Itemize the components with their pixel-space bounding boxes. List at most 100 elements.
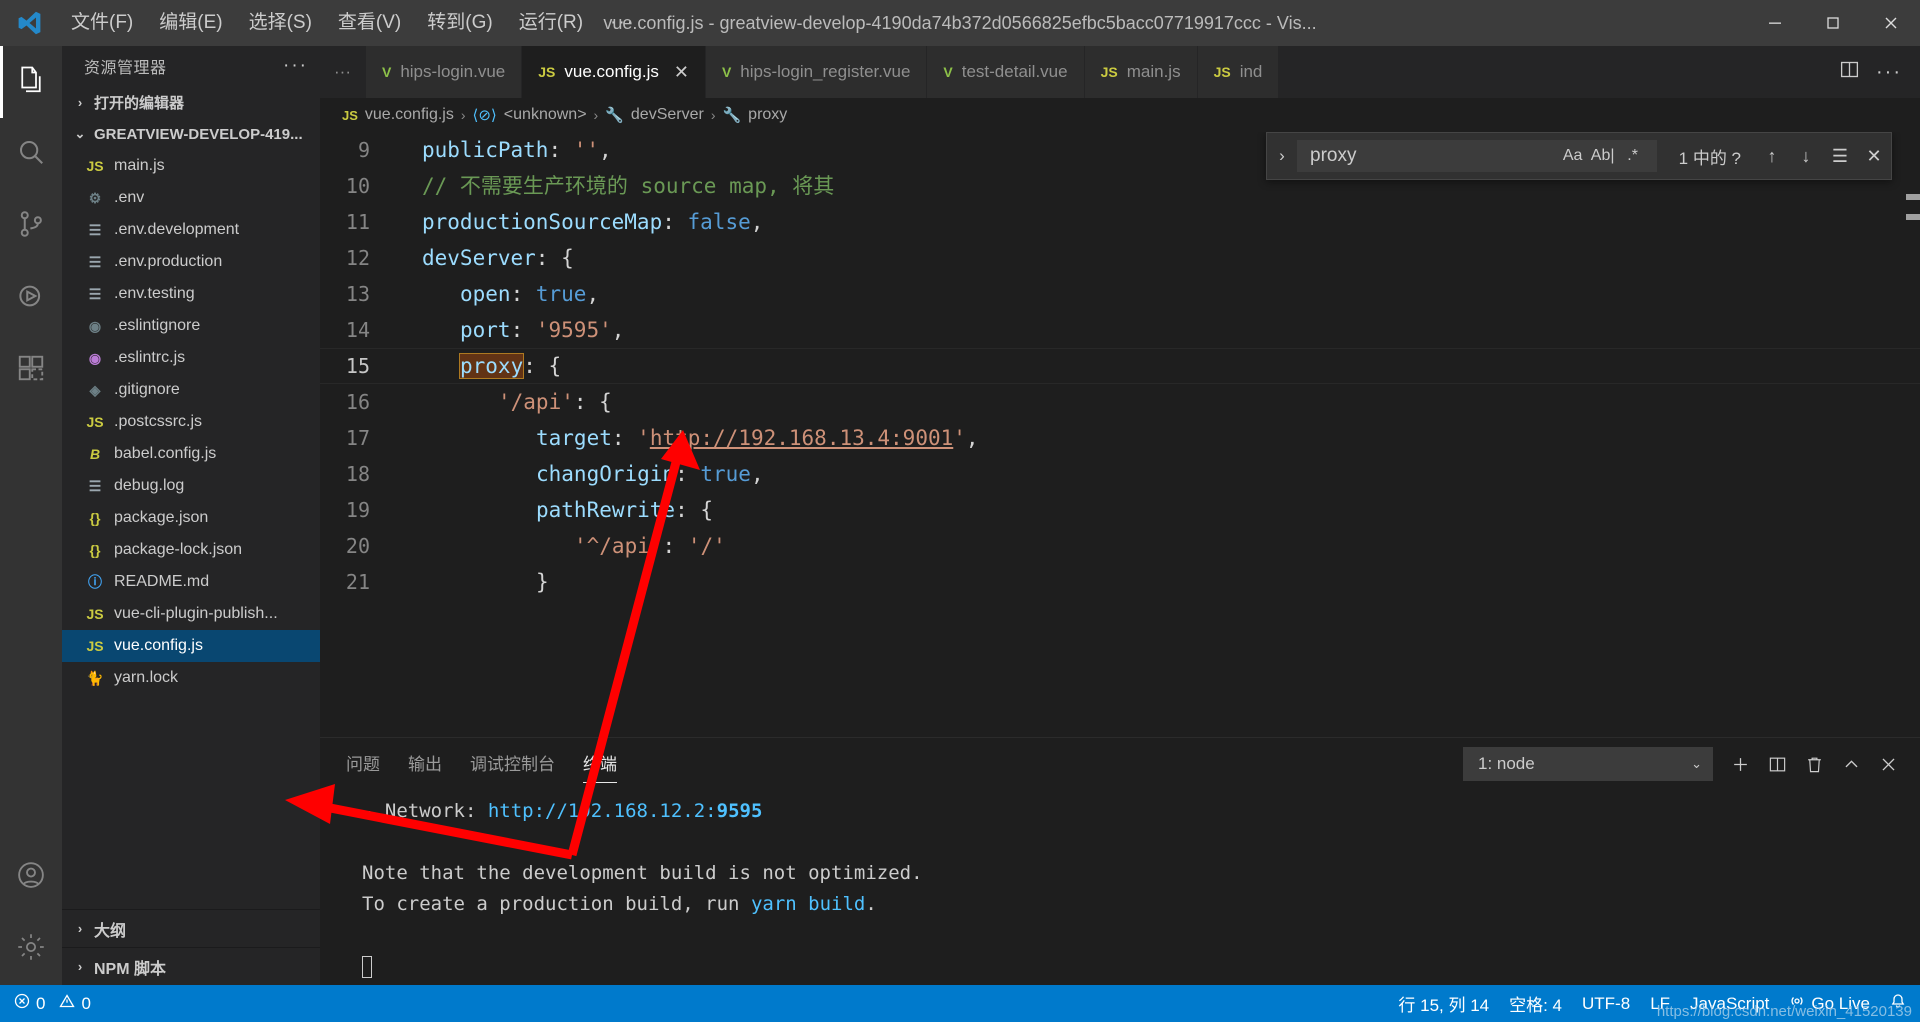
kill-terminal-button[interactable] xyxy=(1805,755,1824,774)
editor-tab[interactable]: JS main.js xyxy=(1084,46,1198,98)
breadcrumb-item-unknown[interactable]: <unknown> xyxy=(504,106,587,124)
status-problems[interactable]: 0 0 xyxy=(4,985,101,1022)
line-number: 20 xyxy=(345,534,370,558)
file-tree-item[interactable]: ☰ .env.development xyxy=(62,214,320,246)
regex-option[interactable]: .* xyxy=(1618,147,1648,165)
menu-go[interactable]: 转到(G) xyxy=(414,0,505,46)
file-tree[interactable]: JS main.js ⚙ .env ☰ .env.development ☰ .env.pro… xyxy=(62,150,320,909)
file-tree-item[interactable]: ◉ .eslintignore xyxy=(62,310,320,342)
code-line[interactable]: 19 pathRewrite: { xyxy=(320,492,1920,528)
code-line[interactable]: 11 productionSourceMap: false, xyxy=(320,204,1920,240)
toggle-replace-button[interactable]: › xyxy=(1267,146,1297,166)
menu-view[interactable]: 查看(V) xyxy=(325,0,414,46)
minimize-button[interactable] xyxy=(1746,0,1804,46)
find-widget[interactable]: › Aa Ab| .* 1 中的 ? ↑ ↓ ☰ ✕ xyxy=(1266,132,1892,180)
editor-actions-more-button[interactable]: ··· xyxy=(1876,61,1902,84)
code-line[interactable]: 17 target: 'http://192.168.13.4:9001', xyxy=(320,420,1920,456)
file-tree-item[interactable]: JS vue.config.js xyxy=(62,630,320,662)
menu-selection[interactable]: 选择(S) xyxy=(236,0,325,46)
file-tree-item[interactable]: ⓘ README.md xyxy=(62,566,320,598)
find-close-button[interactable]: ✕ xyxy=(1857,146,1891,167)
file-tree-item[interactable]: ☰ .env.production xyxy=(62,246,320,278)
editor-tab[interactable]: Vhips-login_register.vue xyxy=(705,46,928,98)
find-input[interactable] xyxy=(1310,145,1558,167)
breadcrumb-item-devserver[interactable]: devServer xyxy=(631,106,704,124)
file-tree-item[interactable]: 🐈 yarn.lock xyxy=(62,662,320,694)
find-in-selection-button[interactable]: ☰ xyxy=(1823,146,1857,167)
find-input-container[interactable]: Aa Ab| .* xyxy=(1297,140,1657,172)
tabs-overflow-button[interactable]: ··· xyxy=(320,46,366,98)
tab-close-button[interactable]: ✕ xyxy=(674,62,689,83)
new-terminal-button[interactable] xyxy=(1731,755,1750,774)
split-editor-icon[interactable] xyxy=(1839,59,1860,85)
terminal-output[interactable]: - Network: http://192.168.12.2:9595 Note… xyxy=(320,790,1920,985)
file-tree-item[interactable]: JS vue-cli-plugin-publish... xyxy=(62,598,320,630)
file-tree-item[interactable]: ⚙ .env xyxy=(62,182,320,214)
status-indentation[interactable]: 空格: 4 xyxy=(1499,985,1572,1022)
panel-tab-terminal[interactable]: 终端 xyxy=(583,750,617,783)
terminal-selector[interactable]: 1: node ⌄ xyxy=(1463,747,1713,781)
match-case-option[interactable]: Aa xyxy=(1558,147,1588,165)
activity-explorer[interactable] xyxy=(0,46,62,118)
activity-search[interactable] xyxy=(0,118,62,190)
section-outline[interactable]: › 大纲 xyxy=(62,909,320,947)
breadcrumb-item-file[interactable]: vue.config.js xyxy=(365,106,454,124)
file-tree-item[interactable]: ☰ debug.log xyxy=(62,470,320,502)
panel-tab-problems[interactable]: 问题 xyxy=(346,750,380,779)
activity-source-control[interactable] xyxy=(0,190,62,262)
panel-tab-output[interactable]: 输出 xyxy=(408,750,442,779)
activity-settings[interactable] xyxy=(0,913,62,985)
menu-run[interactable]: 运行(R) xyxy=(506,0,596,46)
code-line[interactable]: 15 proxy: { xyxy=(320,348,1920,384)
breadcrumb[interactable]: JS vue.config.js › ⟨⊘⟩ <unknown> › 🔧 dev… xyxy=(320,98,1920,132)
section-npm-scripts[interactable]: › NPM 脚本 xyxy=(62,947,320,985)
file-tree-item[interactable]: JS .postcssrc.js xyxy=(62,406,320,438)
code-line[interactable]: 21} xyxy=(320,564,1920,600)
menu-edit[interactable]: 编辑(E) xyxy=(146,0,235,46)
close-panel-button[interactable] xyxy=(1879,755,1898,774)
status-encoding[interactable]: UTF-8 xyxy=(1572,985,1640,1022)
code-token: pathRewrite xyxy=(536,498,676,522)
file-tree-item[interactable]: ◉ .eslintrc.js xyxy=(62,342,320,374)
code-token: { xyxy=(561,246,574,270)
breadcrumb-item-proxy[interactable]: proxy xyxy=(748,106,787,124)
menu-overflow-button[interactable]: ··· xyxy=(596,8,649,38)
editor-scrollbar[interactable] xyxy=(1906,132,1920,737)
editor-tab[interactable]: Vhips-login.vue xyxy=(365,46,523,98)
find-previous-button[interactable]: ↑ xyxy=(1755,146,1789,167)
code-line[interactable]: 20 '^/api': '/' xyxy=(320,528,1920,564)
js-file-icon: JS xyxy=(342,107,358,123)
menu-bar[interactable]: 文件(F) 编辑(E) 选择(S) 查看(V) 转到(G) 运行(R) ··· xyxy=(58,0,649,46)
editor-tab[interactable]: JS vue.config.js ✕ xyxy=(522,46,706,98)
section-folder[interactable]: ⌄ GREATVIEW-DEVELOP-419... xyxy=(62,118,320,150)
find-next-button[interactable]: ↓ xyxy=(1789,146,1823,167)
whole-word-option[interactable]: Ab| xyxy=(1588,147,1618,165)
file-tree-item[interactable]: ◈ .gitignore xyxy=(62,374,320,406)
activity-extensions[interactable] xyxy=(0,334,62,406)
activity-run-debug[interactable] xyxy=(0,262,62,334)
status-cursor-position[interactable]: 行 15, 列 14 xyxy=(1388,985,1499,1022)
section-open-editors[interactable]: › 打开的编辑器 xyxy=(62,86,320,118)
code-line[interactable]: 14 port: '9595', xyxy=(320,312,1920,348)
close-button[interactable] xyxy=(1862,0,1920,46)
code-line[interactable]: 18 changOrigin: true, xyxy=(320,456,1920,492)
activity-accounts[interactable] xyxy=(0,841,62,913)
maximize-panel-button[interactable] xyxy=(1842,755,1861,774)
menu-file[interactable]: 文件(F) xyxy=(58,0,146,46)
code-line[interactable]: 12 devServer: { xyxy=(320,240,1920,276)
file-tree-item[interactable]: {} package-lock.json xyxy=(62,534,320,566)
code-line[interactable]: 16 '/api': { xyxy=(320,384,1920,420)
file-tree-item[interactable]: ☰ .env.testing xyxy=(62,278,320,310)
editor-tab[interactable]: Vtest-detail.vue xyxy=(927,46,1085,98)
file-tree-item[interactable]: {} package.json xyxy=(62,502,320,534)
code-line[interactable]: 13 open: true, xyxy=(320,276,1920,312)
panel-tab-debug-console[interactable]: 调试控制台 xyxy=(470,750,555,779)
maximize-button[interactable] xyxy=(1804,0,1862,46)
editor-tab[interactable]: JS ind xyxy=(1197,46,1280,98)
file-tree-item[interactable]: Bbabel.config.js xyxy=(62,438,320,470)
sidebar-more-actions-button[interactable]: ··· xyxy=(283,55,308,77)
split-terminal-button[interactable] xyxy=(1768,755,1787,774)
tabs-container[interactable]: ··· Vhips-login.vue JS vue.config.js ✕ Vhips-… xyxy=(320,46,1280,98)
file-tree-item[interactable]: JS main.js xyxy=(62,150,320,182)
code-editor[interactable]: 9 publicPath: '', 10// 不需要生产环境的 source map… xyxy=(320,132,1920,737)
